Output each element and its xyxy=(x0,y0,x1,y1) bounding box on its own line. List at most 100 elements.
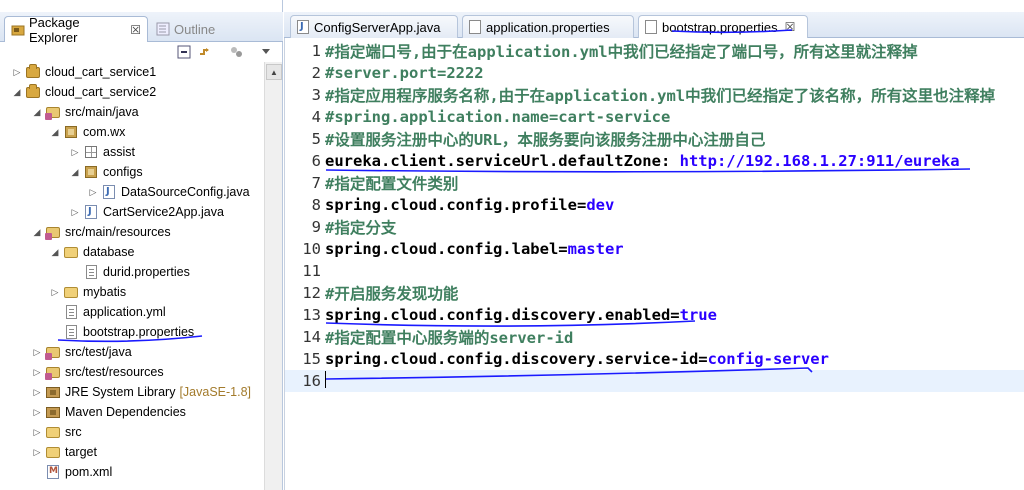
code-content: #指定分支 xyxy=(323,216,396,238)
code-line[interactable]: 14 #指定配置中心服务端的server-id xyxy=(285,326,1024,348)
code-comment: #指定分支 xyxy=(325,219,397,237)
tree-item-label: CartService2App.java xyxy=(103,205,224,219)
collapsed-arrow-icon[interactable]: ▷ xyxy=(32,407,42,418)
code-line[interactable]: 8 spring.cloud.config.profile=dev xyxy=(285,194,1024,216)
tree-item[interactable]: ▷ assist xyxy=(70,142,135,162)
expanded-arrow-icon[interactable]: ◢ xyxy=(32,227,42,238)
tree-item[interactable]: ▷ cloud_cart_service1 xyxy=(12,62,156,82)
folder-icon xyxy=(45,444,61,460)
line-number: 9 xyxy=(311,218,321,236)
tree-item[interactable]: ▷ target xyxy=(32,442,97,462)
file-icon xyxy=(63,324,79,340)
tree-item[interactable]: ◢ src/main/resources xyxy=(32,222,171,242)
collapsed-arrow-icon[interactable]: ▷ xyxy=(50,287,60,298)
close-icon[interactable]: ☒ xyxy=(130,23,141,37)
collapsed-arrow-icon[interactable]: ▷ xyxy=(32,347,42,358)
code-line[interactable]: 7 #指定配置文件类别 xyxy=(285,172,1024,194)
tree-item[interactable]: ▷ mybatis xyxy=(50,282,127,302)
tree-item[interactable]: durid.properties xyxy=(70,262,190,282)
property-value: dev xyxy=(586,196,615,214)
tree-item[interactable]: ▷ src/test/resources xyxy=(32,362,164,382)
property-value: true xyxy=(679,306,717,324)
collapsed-arrow-icon[interactable]: ▷ xyxy=(70,207,80,218)
collapsed-arrow-icon[interactable]: ▷ xyxy=(32,447,42,458)
folder-icon-shape xyxy=(46,446,60,458)
code-line[interactable]: 15 spring.cloud.config.discovery.service-… xyxy=(285,348,1024,370)
tree-scrollbar[interactable]: ▲ xyxy=(264,62,282,490)
tree-item[interactable]: ◢ src/main/java xyxy=(32,102,139,122)
line-number: 2 xyxy=(311,64,321,82)
tree-item[interactable]: ▷ src/test/java xyxy=(32,342,132,362)
collapsed-arrow-icon[interactable]: ▷ xyxy=(88,187,98,198)
tree-item[interactable]: ▷ src xyxy=(32,422,82,442)
expanded-arrow-icon[interactable]: ◢ xyxy=(32,107,42,118)
expanded-arrow-icon[interactable]: ◢ xyxy=(50,247,60,258)
tree-item-label: src xyxy=(65,425,82,439)
tree-item[interactable]: pom.xml xyxy=(32,462,112,482)
code-comment: #指定端口号,由于在application.yml中我们已经指定了端口号，所有这… xyxy=(325,43,918,61)
text-cursor xyxy=(325,370,326,388)
tree-item[interactable]: ▷ CartService2App.java xyxy=(70,202,224,222)
collapsed-arrow-icon[interactable]: ▷ xyxy=(70,147,80,158)
library-icon-shape xyxy=(46,386,60,398)
expanded-arrow-icon[interactable]: ◢ xyxy=(12,87,22,98)
tree-item[interactable]: ▷ DataSourceConfig.java xyxy=(88,182,250,202)
property-value: http://192.168.1.27:911/eureka xyxy=(679,152,960,170)
collapsed-arrow-icon[interactable]: ▷ xyxy=(32,427,42,438)
tree-item[interactable]: ◢ com.wx xyxy=(50,122,126,142)
line-number: 4 xyxy=(311,108,321,126)
view-menu-chevron-down-icon[interactable] xyxy=(258,44,274,60)
java-file-icon-shape xyxy=(103,185,115,199)
source-folder-icon-shape xyxy=(45,106,60,120)
library-icon-shape xyxy=(46,406,60,418)
code-line[interactable]: 6 eureka.client.serviceUrl.defaultZone: h… xyxy=(285,150,1024,172)
code-editor[interactable]: 1 #指定端口号,由于在application.yml中我们已经指定了端口号，所有… xyxy=(284,38,1024,490)
code-line[interactable]: 16 xyxy=(285,370,1024,392)
code-line[interactable]: 11 xyxy=(285,260,1024,282)
link-with-editor-icon[interactable] xyxy=(198,44,214,60)
tab-package-explorer[interactable]: Package Explorer ☒ xyxy=(4,15,148,45)
code-line[interactable]: 2 #server.port=2222 xyxy=(285,62,1024,84)
code-line[interactable]: 9 #指定分支 xyxy=(285,216,1024,238)
tree-item[interactable]: ◢ configs xyxy=(70,162,143,182)
tree-item[interactable]: ◢ database xyxy=(50,242,135,262)
code-content: #指定端口号,由于在application.yml中我们已经指定了端口号，所有这… xyxy=(323,40,918,62)
tree-item[interactable]: ▷ JRE System Library [JavaSE-1.8] xyxy=(32,382,252,402)
close-icon[interactable]: ☒ xyxy=(785,20,796,34)
editor-tab[interactable]: ConfigServerApp.java xyxy=(290,15,458,38)
collapsed-arrow-icon[interactable]: ▷ xyxy=(12,67,22,78)
property-value: master xyxy=(567,240,624,258)
tree-item-label: pom.xml xyxy=(65,465,113,479)
left-view-tabbar: Package Explorer ☒ Outline xyxy=(0,12,283,45)
tree-item-label: cloud_cart_service1 xyxy=(45,65,157,79)
code-line[interactable]: 12 #开启服务发现功能 xyxy=(285,282,1024,304)
tree-item[interactable]: application.yml xyxy=(50,302,166,322)
code-line[interactable]: 5 #设置服务注册中心的URL，本服务要向该服务注册中心注册自己 xyxy=(285,128,1024,150)
tree-item[interactable]: ◢ cloud_cart_service2 xyxy=(12,82,156,102)
project-icon xyxy=(25,83,41,100)
focus-icon[interactable] xyxy=(228,44,244,60)
collapsed-arrow-icon[interactable]: ▷ xyxy=(32,387,42,398)
scroll-up-icon[interactable]: ▲ xyxy=(266,64,282,80)
tree-item[interactable]: bootstrap.properties xyxy=(50,322,194,342)
code-line[interactable]: 1 #指定端口号,由于在application.yml中我们已经指定了端口号，所有… xyxy=(285,40,1024,62)
tree-item[interactable]: ▷ Maven Dependencies xyxy=(32,402,186,422)
code-line[interactable]: 10 spring.cloud.config.label=master xyxy=(285,238,1024,260)
java-file-icon xyxy=(83,204,99,220)
code-content: spring.cloud.config.profile=dev xyxy=(323,196,614,214)
code-line[interactable]: 3 #指定应用程序服务名称,由于在application.yml中我们已经指定了该… xyxy=(285,84,1024,106)
source-folder-icon-shape xyxy=(45,226,60,240)
collapsed-arrow-icon[interactable]: ▷ xyxy=(32,367,42,378)
code-line[interactable]: 13 spring.cloud.config.discovery.enabled=… xyxy=(285,304,1024,326)
maven-xml-icon-shape xyxy=(47,465,59,479)
editor-tab[interactable]: application.properties xyxy=(462,15,634,38)
tab-outline[interactable]: Outline xyxy=(150,16,221,42)
expanded-arrow-icon[interactable]: ◢ xyxy=(70,167,80,178)
expanded-arrow-icon[interactable]: ◢ xyxy=(50,127,60,138)
package-explorer-icon xyxy=(11,23,25,37)
code-line[interactable]: 4 #spring.application.name=cart-service xyxy=(285,106,1024,128)
folder-icon xyxy=(63,244,79,260)
tree-item-label: target xyxy=(65,445,97,459)
collapse-all-icon[interactable] xyxy=(176,44,192,60)
editor-tab[interactable]: bootstrap.properties ☒ xyxy=(638,15,808,38)
